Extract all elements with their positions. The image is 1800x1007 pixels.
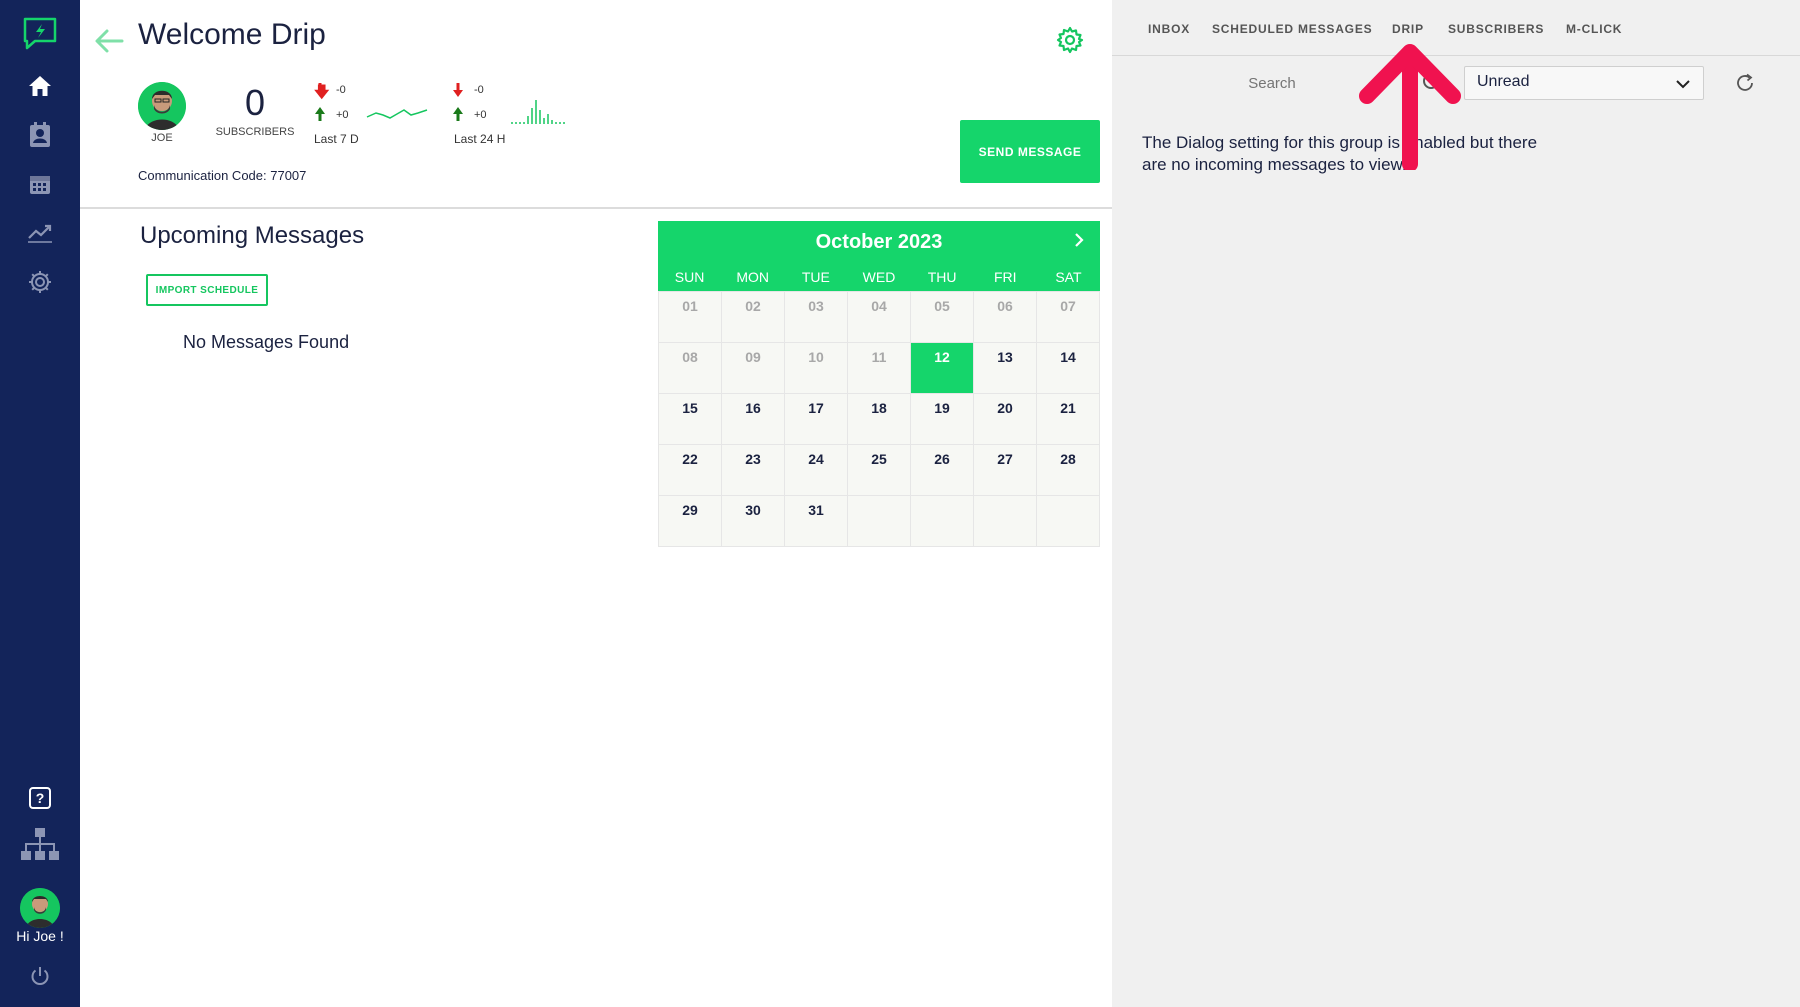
calendar-day[interactable]: 16 <box>722 394 784 444</box>
greeting: Hi Joe ! <box>16 928 64 944</box>
user-avatar[interactable] <box>20 888 60 928</box>
calendar-day[interactable]: 27 <box>974 445 1036 495</box>
subscriber-count: 0 <box>244 82 266 123</box>
chevron-right-icon[interactable] <box>1068 229 1090 251</box>
calendar-day[interactable]: 03 <box>785 292 847 342</box>
filter-select-value: Unread <box>1477 73 1530 90</box>
calendar-header: October 2023 <box>658 221 1100 263</box>
calendar-month-label: October 2023 <box>815 230 943 253</box>
calendar-empty-cell <box>1037 496 1099 546</box>
chevron-down-icon <box>1676 80 1690 89</box>
calendar-day[interactable]: 20 <box>974 394 1036 444</box>
subscriber-label: SUBSCRIBERS <box>215 126 295 138</box>
calendar-weekdays: SUN MON TUE WED THU FRI SAT <box>658 263 1100 291</box>
weekday-label: TUE <box>801 269 830 285</box>
refresh-icon[interactable] <box>1734 72 1756 94</box>
tab-drip[interactable]: DRIP <box>1392 22 1424 36</box>
tab-scheduled-messages[interactable]: SCHEDULED MESSAGES <box>1212 22 1372 36</box>
import-schedule-button[interactable]: IMPORT SCHEDULE <box>146 274 268 306</box>
calendar-day[interactable]: 13 <box>974 343 1036 393</box>
calendar-empty-cell <box>911 496 973 546</box>
bar-sparkline-24h <box>511 100 565 124</box>
gear-icon[interactable] <box>1056 26 1084 54</box>
page-title: Welcome Drip <box>138 18 326 51</box>
analytics-icon[interactable] <box>24 216 56 248</box>
arrow-up-icon <box>315 107 325 121</box>
calendar-day[interactable]: 17 <box>785 394 847 444</box>
calendar-day[interactable]: 28 <box>1037 445 1099 495</box>
calendar-day[interactable]: 01 <box>659 292 721 342</box>
calendar-day[interactable]: 29 <box>659 496 721 546</box>
calendar-day[interactable]: 04 <box>848 292 910 342</box>
arrow-down-icon <box>453 83 463 97</box>
calendar-grid: 01 02 03 04 05 06 07 08 09 10 11 12 13 1… <box>658 291 1100 547</box>
calendar-day[interactable]: 11 <box>848 343 910 393</box>
calendar-day[interactable]: 22 <box>659 445 721 495</box>
header-divider <box>80 207 1112 209</box>
power-icon[interactable] <box>24 960 56 992</box>
calendar-icon[interactable] <box>24 168 56 200</box>
svg-text:?: ? <box>36 790 45 806</box>
upcoming-title: Upcoming Messages <box>140 222 365 249</box>
stat-7d-label: Last 7 D <box>314 132 359 146</box>
no-messages-text: No Messages Found <box>183 332 350 352</box>
avatar-label: JOE <box>151 132 173 144</box>
home-icon[interactable] <box>24 70 56 102</box>
back-arrow-icon[interactable] <box>92 24 126 58</box>
tab-subscribers[interactable]: SUBSCRIBERS <box>1448 22 1544 36</box>
filter-select[interactable]: Unread <box>1464 66 1704 100</box>
group-avatar <box>138 82 186 130</box>
dialog-empty-message: The Dialog setting for this group is ena… <box>1142 133 1538 174</box>
calendar-day[interactable]: 09 <box>722 343 784 393</box>
communication-code: Communication Code: 77007 <box>138 168 307 183</box>
sidebar: ? Hi Joe ! <box>0 0 80 1007</box>
weekday-label: SUN <box>674 269 705 285</box>
stat-24h-down-value: -0 <box>474 84 484 96</box>
stat-7d-up-value: +0 <box>336 109 349 121</box>
weekday-label: SAT <box>1055 269 1082 285</box>
calendar-day[interactable]: 25 <box>848 445 910 495</box>
calendar-day[interactable]: 30 <box>722 496 784 546</box>
calendar-day[interactable]: 07 <box>1037 292 1099 342</box>
annotation-arrow-icon <box>1359 44 1461 170</box>
weekday-label: WED <box>862 269 896 285</box>
calendar-day[interactable]: 05 <box>911 292 973 342</box>
stat-24h-up-value: +0 <box>474 109 487 121</box>
tab-m-click[interactable]: M-CLICK <box>1566 22 1622 36</box>
help-icon[interactable]: ? <box>24 782 56 814</box>
chat-logo-icon[interactable] <box>20 14 60 54</box>
calendar-day[interactable]: 23 <box>722 445 784 495</box>
calendar-day[interactable]: 18 <box>848 394 910 444</box>
calendar-day[interactable]: 14 <box>1037 343 1099 393</box>
calendar-day[interactable]: 19 <box>911 394 973 444</box>
calendar-day[interactable]: 24 <box>785 445 847 495</box>
calendar-empty-cell <box>974 496 1036 546</box>
main-panel: Welcome Drip JOE 0 SUBSCRIBERS 🡇 -0 +0 L… <box>80 0 1112 1007</box>
send-message-button[interactable]: SEND MESSAGE <box>960 120 1100 183</box>
weekday-label: THU <box>927 269 957 285</box>
calendar-day[interactable]: 02 <box>722 292 784 342</box>
calendar-day[interactable]: 06 <box>974 292 1036 342</box>
calendar-empty-cell <box>848 496 910 546</box>
tab-inbox[interactable]: INBOX <box>1148 22 1190 36</box>
calendar: October 2023 SUN MON TUE WED THU FRI SAT… <box>658 221 1100 547</box>
weekday-label: MON <box>736 269 770 285</box>
arrow-down-icon <box>315 83 325 97</box>
sparkline-7d <box>366 109 428 119</box>
weekday-label: FRI <box>993 269 1017 285</box>
arrow-up-icon <box>453 107 463 121</box>
calendar-day[interactable]: 31 <box>785 496 847 546</box>
settings-icon[interactable] <box>24 266 56 298</box>
stat-7d-down-value: -0 <box>336 84 346 96</box>
calendar-day[interactable]: 21 <box>1037 394 1099 444</box>
calendar-day-today[interactable]: 12 <box>911 343 973 393</box>
contacts-icon[interactable] <box>24 119 56 151</box>
org-chart-icon[interactable] <box>19 826 61 862</box>
calendar-day[interactable]: 15 <box>659 394 721 444</box>
calendar-day[interactable]: 08 <box>659 343 721 393</box>
stat-24h-label: Last 24 H <box>454 132 506 146</box>
calendar-day[interactable]: 26 <box>911 445 973 495</box>
calendar-day[interactable]: 10 <box>785 343 847 393</box>
